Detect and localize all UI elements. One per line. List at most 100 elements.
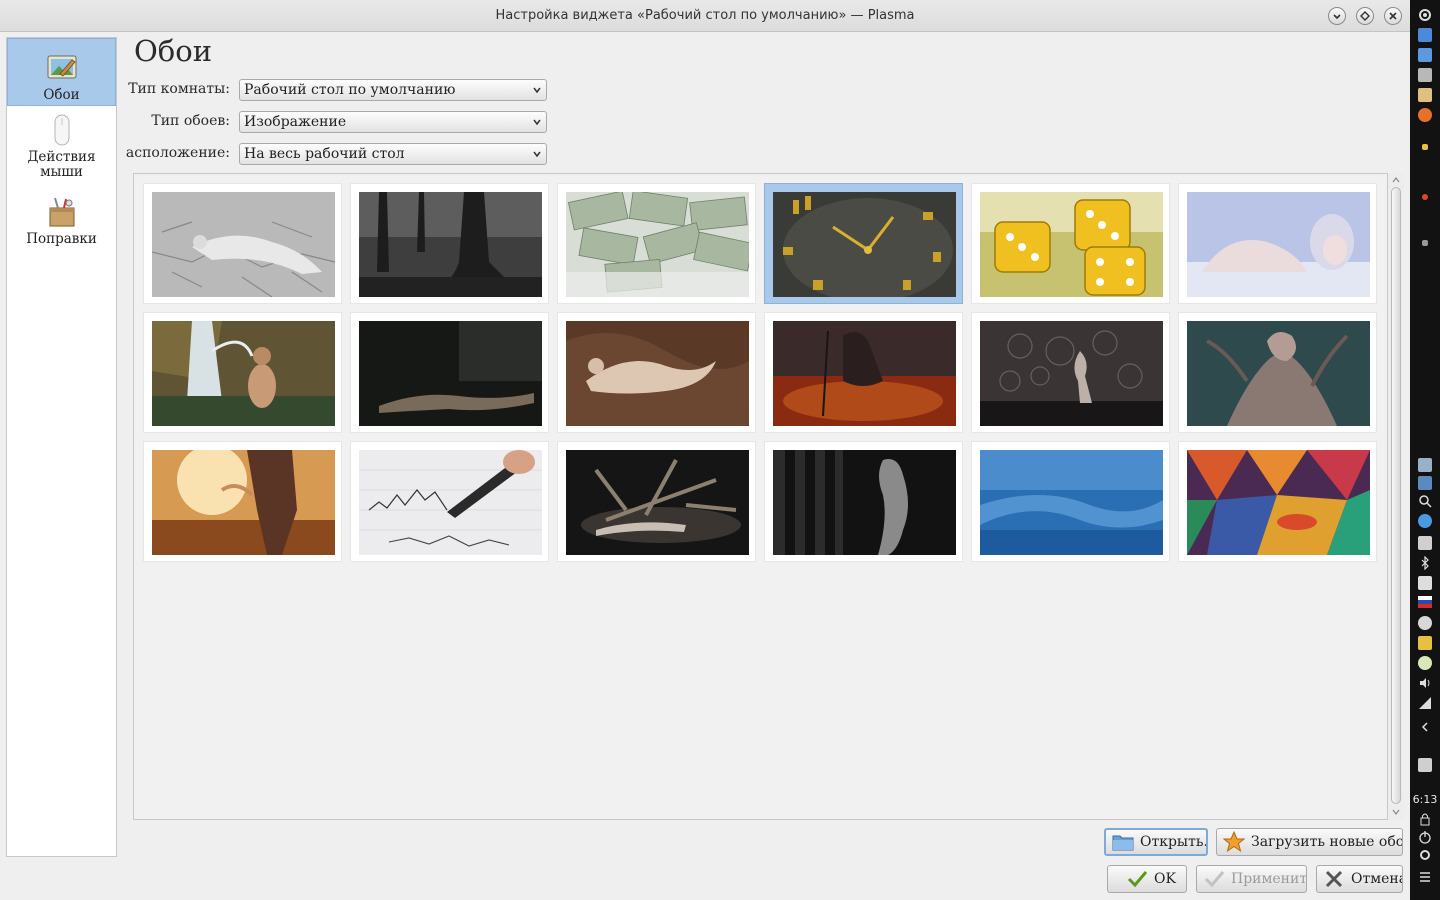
wallpaper-thumbnail-yellow-dice[interactable] (971, 183, 1170, 304)
open-button[interactable]: Открыть... (1104, 828, 1208, 856)
minimize-icon (1333, 14, 1341, 20)
task-item-icon[interactable] (1422, 144, 1428, 150)
volume-icon[interactable] (1418, 676, 1432, 690)
scroll-up-icon[interactable] (1391, 175, 1401, 185)
wallpaper-type-value: Изображение (244, 114, 347, 130)
sidebar-item-wallpaper[interactable]: Обои (7, 38, 116, 106)
bluetooth-icon[interactable] (1418, 556, 1432, 570)
close-icon (1389, 12, 1397, 20)
device-icon[interactable] (1418, 576, 1432, 590)
panel-settings-icon[interactable] (1418, 848, 1432, 862)
room-type-value: Рабочий стол по умолчанию (244, 82, 456, 98)
window-title: Настройка виджета «Рабочий стол по умолч… (495, 8, 915, 23)
close-button[interactable] (1384, 7, 1402, 25)
clock[interactable]: 6:13 (1410, 793, 1440, 806)
sidebar-item-label: Обои (43, 87, 80, 103)
menu-icon[interactable] (1418, 870, 1432, 884)
room-type-label: Тип комнаты: (128, 81, 230, 97)
network-icon[interactable] (1418, 696, 1432, 710)
wallpaper-image (980, 321, 1163, 426)
keyboard-layout-icon[interactable] (1418, 596, 1432, 610)
download-wallpapers-button[interactable]: Загрузить новые обои... (1216, 828, 1403, 856)
wallpaper-image (359, 321, 542, 426)
plasma-panel: 6:13 (1410, 0, 1440, 900)
calculator-icon[interactable] (1418, 68, 1432, 82)
file-manager-icon[interactable] (1418, 48, 1432, 62)
wallpaper-thumbnail-blue-waves[interactable] (971, 441, 1170, 562)
firefox-icon[interactable] (1418, 108, 1432, 122)
clipboard-icon[interactable] (1418, 536, 1432, 550)
wallpaper-image (566, 321, 749, 426)
kde-menu-icon[interactable] (1418, 8, 1432, 22)
sidebar-item-mouse-actions[interactable]: Действия мыши (7, 114, 116, 184)
window-titlebar[interactable]: Настройка виджета «Рабочий стол по умолч… (0, 0, 1410, 32)
notes-icon[interactable] (1418, 458, 1432, 472)
cancel-button[interactable]: Отмена (1316, 865, 1403, 893)
sidebar-item-tweaks[interactable]: Поправки (7, 196, 116, 252)
folder-icon (1112, 835, 1134, 851)
wallpaper-thumbnail-sunset-field[interactable] (143, 441, 342, 562)
page-title: Обои (134, 34, 213, 68)
sidebar-item-label: Поправки (26, 231, 97, 247)
ok-button-label: OK (1154, 871, 1176, 887)
wallpaper-type-select[interactable]: Изображение (239, 111, 547, 133)
apply-button-label: Применить (1231, 871, 1307, 887)
update-icon[interactable] (1418, 514, 1432, 528)
chat-icon[interactable] (1418, 616, 1432, 630)
desktop-icon[interactable] (1418, 28, 1432, 42)
wallpaper-thumbnail-red-smoke[interactable] (764, 312, 963, 433)
wallpaper-grid (133, 173, 1388, 820)
chevron-down-icon (533, 87, 541, 94)
positioning-value: На весь рабочий стол (244, 146, 405, 162)
wallpaper-thumbnail-golden-clock[interactable] (764, 183, 963, 304)
positioning-select[interactable]: На весь рабочий стол (239, 143, 547, 165)
wallpaper-thumbnail-tree-embrace[interactable] (1178, 312, 1377, 433)
lock-icon[interactable] (1418, 812, 1432, 826)
wallpaper-thumbnail-brown-silk[interactable] (557, 312, 756, 433)
text-editor-icon[interactable] (1418, 88, 1432, 102)
power-icon[interactable] (1418, 830, 1432, 844)
minimize-button[interactable] (1328, 7, 1346, 25)
wallpaper-image (1187, 321, 1370, 426)
wallpaper-image (773, 450, 956, 555)
wallpaper-image (1187, 450, 1370, 555)
messenger-icon[interactable] (1418, 656, 1432, 670)
wallpaper-image (980, 192, 1163, 297)
wallpaper-icon (47, 55, 76, 79)
wallpaper-thumbnail-cracked-earth[interactable] (143, 183, 342, 304)
wallpaper-thumbnail-colorful-polygons[interactable] (1178, 441, 1377, 562)
wallpaper-image (773, 321, 956, 426)
wallpaper-type-label: Тип обоев: (151, 113, 230, 129)
apply-button[interactable]: Применить (1196, 865, 1307, 893)
maximize-button[interactable] (1356, 7, 1374, 25)
settings-sidebar: Обои Действия мыши Поправки (6, 37, 117, 857)
wallpaper-thumbnail-dark-reclining[interactable] (350, 312, 549, 433)
notifications-icon[interactable] (1418, 636, 1432, 650)
download-wallpapers-label: Загрузить новые обои... (1251, 834, 1403, 850)
wallpaper-thumbnail-pale-woman[interactable] (1178, 183, 1377, 304)
wallpaper-thumbnail-pen-chart[interactable] (350, 441, 549, 562)
wallpaper-grid-scrollbar[interactable] (1388, 173, 1404, 820)
wallpaper-image (773, 192, 956, 297)
mouse-icon (54, 114, 69, 146)
expand-tray-icon[interactable] (1418, 720, 1432, 734)
room-type-select[interactable]: Рабочий стол по умолчанию (239, 79, 547, 101)
wallpaper-thumbnail-waterfall[interactable] (143, 312, 342, 433)
search-icon[interactable] (1418, 494, 1432, 508)
trash-icon[interactable] (1418, 758, 1432, 772)
wallpaper-thumbnail-patterned-wall[interactable] (971, 312, 1170, 433)
task-item-icon[interactable] (1422, 240, 1428, 246)
wallpaper-thumbnail-dollar-bills[interactable] (557, 183, 756, 304)
checkmark-icon (1127, 871, 1148, 888)
scroll-down-icon[interactable] (1391, 807, 1401, 817)
wallpaper-thumbnail-driftwood[interactable] (557, 441, 756, 562)
task-item-icon[interactable] (1422, 194, 1428, 200)
sidebar-item-label: Действия мыши (27, 149, 96, 180)
wallpaper-thumbnail-dark-curtain[interactable] (764, 441, 963, 562)
scrollbar-thumb[interactable] (1391, 187, 1401, 804)
wallpaper-thumbnail-dark-forest[interactable] (350, 183, 549, 304)
ok-button[interactable]: OK (1107, 865, 1187, 893)
cancel-button-label: Отмена (1351, 871, 1403, 887)
tray-icon[interactable] (1418, 476, 1432, 490)
wallpaper-image (566, 192, 749, 297)
